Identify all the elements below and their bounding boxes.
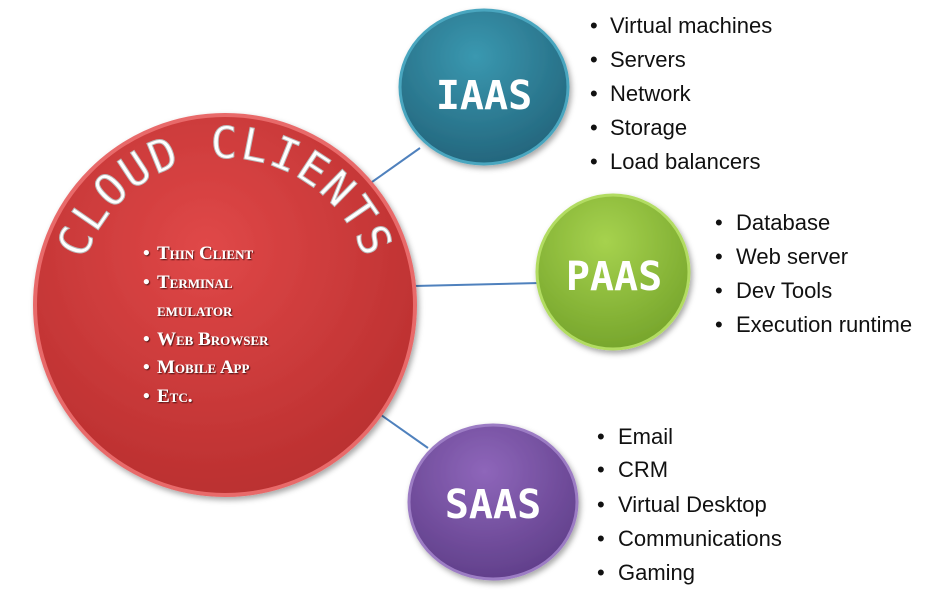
list-item: Storage bbox=[610, 115, 687, 140]
list-item: Database bbox=[736, 210, 830, 235]
client-bullet: • bbox=[143, 386, 150, 407]
list-item: Network bbox=[610, 81, 692, 106]
list-item: Virtual Desktop bbox=[618, 492, 767, 517]
client-item: Mobile App bbox=[157, 357, 249, 378]
client-bullet: • bbox=[143, 243, 150, 264]
list-item: Servers bbox=[610, 47, 686, 72]
iaas-node: IAAS bbox=[398, 8, 570, 166]
connector-iaas bbox=[371, 147, 421, 183]
connector-saas bbox=[373, 409, 429, 449]
paas-label: PAAS bbox=[566, 254, 662, 300]
client-item: Thin Client bbox=[157, 243, 253, 264]
cloud-clients-circle: CLOUD CLIENTS • Thin Client • Terminal e… bbox=[33, 113, 417, 497]
client-item: emulator bbox=[157, 300, 233, 321]
list-bullet: • bbox=[590, 81, 598, 106]
list-bullet: • bbox=[590, 115, 598, 140]
connector-paas bbox=[413, 282, 541, 287]
list-item: Email bbox=[618, 424, 673, 449]
list-bullet: • bbox=[597, 457, 605, 482]
list-bullet: • bbox=[715, 278, 723, 303]
list-item: Communications bbox=[618, 526, 782, 551]
list-bullet: • bbox=[590, 149, 598, 174]
saas-label: SAAS bbox=[445, 482, 541, 528]
list-item: Execution runtime bbox=[736, 312, 912, 337]
list-bullet: • bbox=[715, 244, 723, 269]
paas-list: • Database • Web server • Dev Tools • Execut… bbox=[715, 210, 912, 337]
cloud-diagram: CLOUD CLIENTS • Thin Client • Terminal e… bbox=[33, 8, 912, 585]
iaas-list: • Virtual machines • Servers • Network • Sto… bbox=[590, 13, 772, 174]
list-bullet: • bbox=[590, 47, 598, 72]
paas-node: PAAS bbox=[535, 193, 691, 351]
list-bullet: • bbox=[597, 424, 605, 449]
client-item: Web Browser bbox=[157, 329, 269, 350]
list-item: Load balancers bbox=[610, 149, 760, 174]
iaas-label: IAAS bbox=[436, 73, 532, 119]
list-item: Gaming bbox=[618, 560, 695, 585]
list-bullet: • bbox=[590, 13, 598, 38]
client-bullet: • bbox=[143, 357, 150, 378]
client-bullet: • bbox=[143, 272, 150, 293]
saas-node: SAAS bbox=[407, 423, 579, 581]
client-item: Terminal bbox=[157, 272, 233, 293]
list-bullet: • bbox=[597, 560, 605, 585]
list-bullet: • bbox=[715, 210, 723, 235]
client-item: Etc. bbox=[157, 386, 192, 407]
saas-list: • Email • CRM • Virtual Desktop • Communicat… bbox=[597, 424, 782, 585]
list-item: Dev Tools bbox=[736, 278, 832, 303]
list-item: Virtual machines bbox=[610, 13, 772, 38]
list-item: CRM bbox=[618, 457, 668, 482]
list-item: Web server bbox=[736, 244, 848, 269]
list-bullet: • bbox=[597, 526, 605, 551]
list-bullet: • bbox=[715, 312, 723, 337]
client-bullet: • bbox=[143, 329, 150, 350]
list-bullet: • bbox=[597, 492, 605, 517]
